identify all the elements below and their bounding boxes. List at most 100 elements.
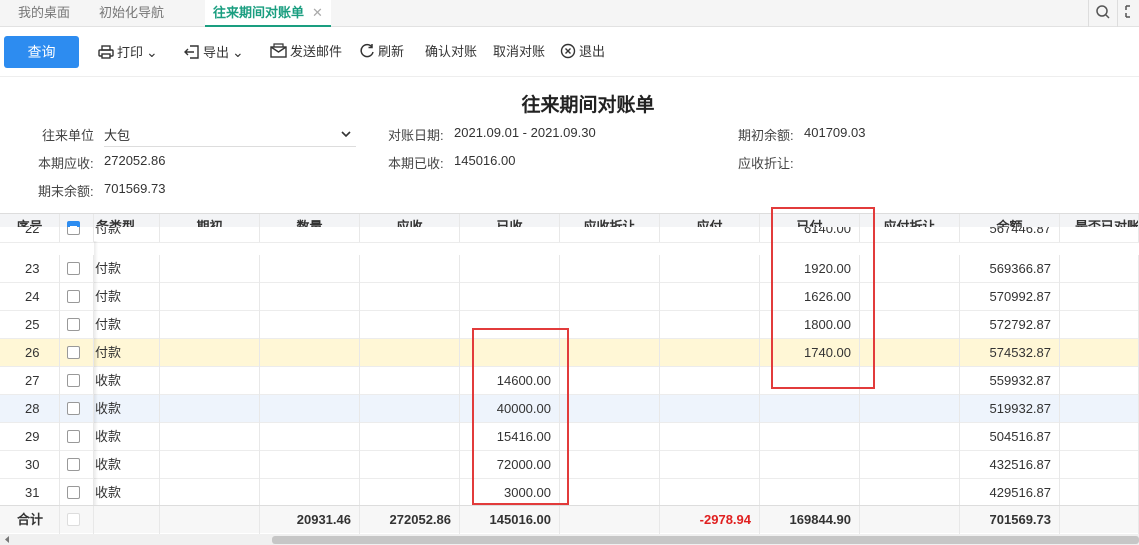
- cell-reconciled: [1060, 227, 1139, 242]
- cell-balance: 559932.87: [960, 367, 1060, 395]
- cell-paid: [760, 451, 860, 479]
- statement-grid: 序号 务类型 期初 数量 应收 已收 应收折让 应付 已付 应付折让 余额 是否…: [0, 213, 1139, 534]
- confirm-reconcile-button[interactable]: 确认对账: [425, 43, 477, 61]
- cell-opening: [160, 451, 260, 479]
- tab-init-nav[interactable]: 初始化导航: [99, 0, 164, 27]
- cell-reconciled: [1060, 367, 1139, 395]
- cell-reconciled: [1060, 395, 1139, 423]
- tab-period-statement-label: 往来期间对账单: [213, 5, 305, 20]
- row-checkbox[interactable]: [67, 227, 80, 235]
- opening-balance-value: 401709.03: [804, 125, 866, 140]
- date-value: 2021.09.01 - 2021.09.30: [454, 125, 596, 140]
- period-received-value: 145016.00: [454, 153, 516, 168]
- cell-opening: [160, 423, 260, 451]
- row-select-cell: [60, 479, 94, 507]
- export-button[interactable]: 导出 ⌄: [184, 43, 248, 62]
- cell-no: 22: [0, 227, 60, 242]
- exit-button[interactable]: 退出: [560, 43, 605, 61]
- exit-label: 退出: [579, 44, 606, 59]
- totals-payable: -2978.94: [660, 506, 760, 534]
- tab-period-statement[interactable]: 往来期间对账单 ✕: [205, 0, 331, 27]
- cell-paid: [760, 423, 860, 451]
- totals-recv-discount: [560, 506, 660, 534]
- table-row[interactable]: 28 收款 40000.00 519932.87: [0, 395, 1139, 423]
- cell-qty: [260, 367, 360, 395]
- row-checkbox[interactable]: [67, 430, 80, 443]
- cell-recv-discount: [560, 339, 660, 367]
- send-email-label: 发送邮件: [290, 44, 343, 59]
- cell-qty: [260, 479, 360, 507]
- totals-qty: 20931.46: [260, 506, 360, 534]
- row-checkbox[interactable]: [67, 262, 80, 275]
- cell-received: [460, 255, 560, 283]
- cell-recv-discount: [560, 311, 660, 339]
- send-email-button[interactable]: 发送邮件: [270, 43, 342, 61]
- cell-recv-discount: [560, 367, 660, 395]
- horizontal-scroll-thumb[interactable]: [272, 536, 1139, 544]
- row-checkbox[interactable]: [67, 318, 80, 331]
- chevron-left-icon[interactable]: [2, 534, 12, 545]
- table-row[interactable]: 24 付款 1626.00 570992.87: [0, 283, 1139, 311]
- row-checkbox[interactable]: [67, 290, 80, 303]
- cell-type: 付款: [94, 311, 160, 339]
- search-icon-wrap[interactable]: [1088, 0, 1116, 27]
- table-row[interactable]: 25 付款 1800.00 572792.87: [0, 311, 1139, 339]
- row-select-cell: [60, 339, 94, 367]
- table-row[interactable]: 29 收款 15416.00 504516.87: [0, 423, 1139, 451]
- print-button[interactable]: 打印 ⌄: [98, 43, 162, 62]
- cell-balance: 504516.87: [960, 423, 1060, 451]
- cell-recv: [360, 367, 460, 395]
- cell-qty: [260, 395, 360, 423]
- mail-icon: [270, 43, 287, 58]
- cell-type: 付款: [94, 227, 160, 242]
- table-row[interactable]: 30 收款 72000.00 432516.87: [0, 451, 1139, 479]
- close-icon[interactable]: ✕: [312, 5, 323, 20]
- cell-paid: [760, 479, 860, 507]
- row-select-cell: [60, 423, 94, 451]
- period-receivable-label: 本期应收:: [38, 156, 94, 171]
- cell-pay-discount: [860, 339, 960, 367]
- cell-type: 收款: [94, 451, 160, 479]
- row-checkbox[interactable]: [67, 346, 80, 359]
- cell-recv: [360, 339, 460, 367]
- cell-no: 26: [0, 339, 60, 367]
- cell-opening: [160, 339, 260, 367]
- report-title: 往来期间对账单: [521, 95, 655, 116]
- row-checkbox[interactable]: [67, 402, 80, 415]
- cell-balance: 572792.87: [960, 311, 1060, 339]
- partner-value: 大包: [104, 128, 131, 143]
- cancel-reconcile-button[interactable]: 取消对账: [493, 43, 545, 61]
- row-checkbox[interactable]: [67, 458, 80, 471]
- table-row[interactable]: 27 收款 14600.00 559932.87: [0, 367, 1139, 395]
- cell-no: 31: [0, 479, 60, 507]
- cell-recv-discount: [560, 479, 660, 507]
- row-select-cell: [60, 311, 94, 339]
- cell-payable: [660, 423, 760, 451]
- row-checkbox[interactable]: [67, 486, 80, 499]
- cell-recv: [360, 479, 460, 507]
- refresh-button[interactable]: 刷新: [359, 43, 404, 61]
- cell-type: 付款: [94, 255, 160, 283]
- cell-recv: [360, 255, 460, 283]
- row-checkbox[interactable]: [67, 374, 80, 387]
- cell-balance: 570992.87: [960, 283, 1060, 311]
- cell-pay-discount: [860, 367, 960, 395]
- table-row[interactable]: 23 付款 1920.00 569366.87: [0, 255, 1139, 283]
- partner-select[interactable]: 大包: [104, 123, 356, 147]
- chevron-down-icon: ⌄: [146, 44, 158, 60]
- horizontal-scrollbar[interactable]: [0, 534, 1139, 545]
- printer-icon: [98, 45, 114, 59]
- totals-checkbox-cell: [60, 506, 94, 534]
- cell-opening: [160, 227, 260, 242]
- cell-payable: [660, 367, 760, 395]
- cell-balance: 432516.87: [960, 451, 1060, 479]
- cell-qty: [260, 423, 360, 451]
- cell-received: [460, 227, 560, 242]
- table-row[interactable]: 22 付款 6140.00 567446.87: [0, 227, 1139, 243]
- fullscreen-icon-wrap[interactable]: [1117, 0, 1139, 27]
- query-button[interactable]: 查询: [4, 36, 79, 68]
- tab-desktop[interactable]: 我的桌面: [18, 0, 70, 27]
- cell-recv-discount: [560, 423, 660, 451]
- table-row[interactable]: 31 收款 3000.00 429516.87: [0, 479, 1139, 507]
- table-row[interactable]: 26 付款 1740.00 574532.87: [0, 339, 1139, 367]
